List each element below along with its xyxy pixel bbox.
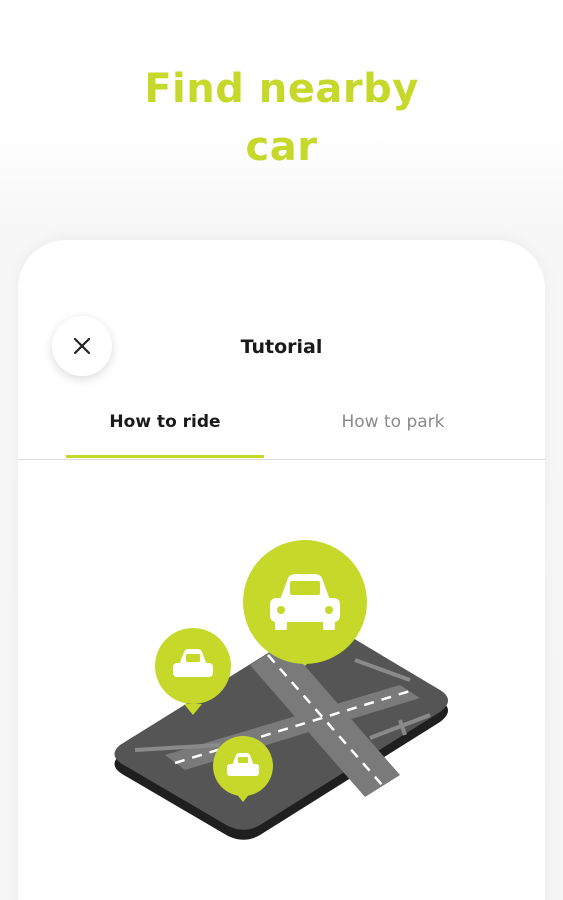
tab-bar: How to ride How to park (18, 408, 545, 460)
headline-line-1: Find nearby (144, 66, 419, 112)
tab-how-to-park[interactable]: How to park (294, 408, 492, 460)
headline: Find nearby car (0, 60, 563, 176)
tab-how-to-ride[interactable]: How to ride (66, 408, 264, 460)
screen: Find nearby car Tutorial How to ride How… (0, 0, 563, 900)
active-tab-indicator (66, 455, 264, 458)
tutorial-title: Tutorial (240, 336, 323, 358)
map-illustration (114, 540, 448, 840)
headline-line-2: car (245, 124, 318, 170)
